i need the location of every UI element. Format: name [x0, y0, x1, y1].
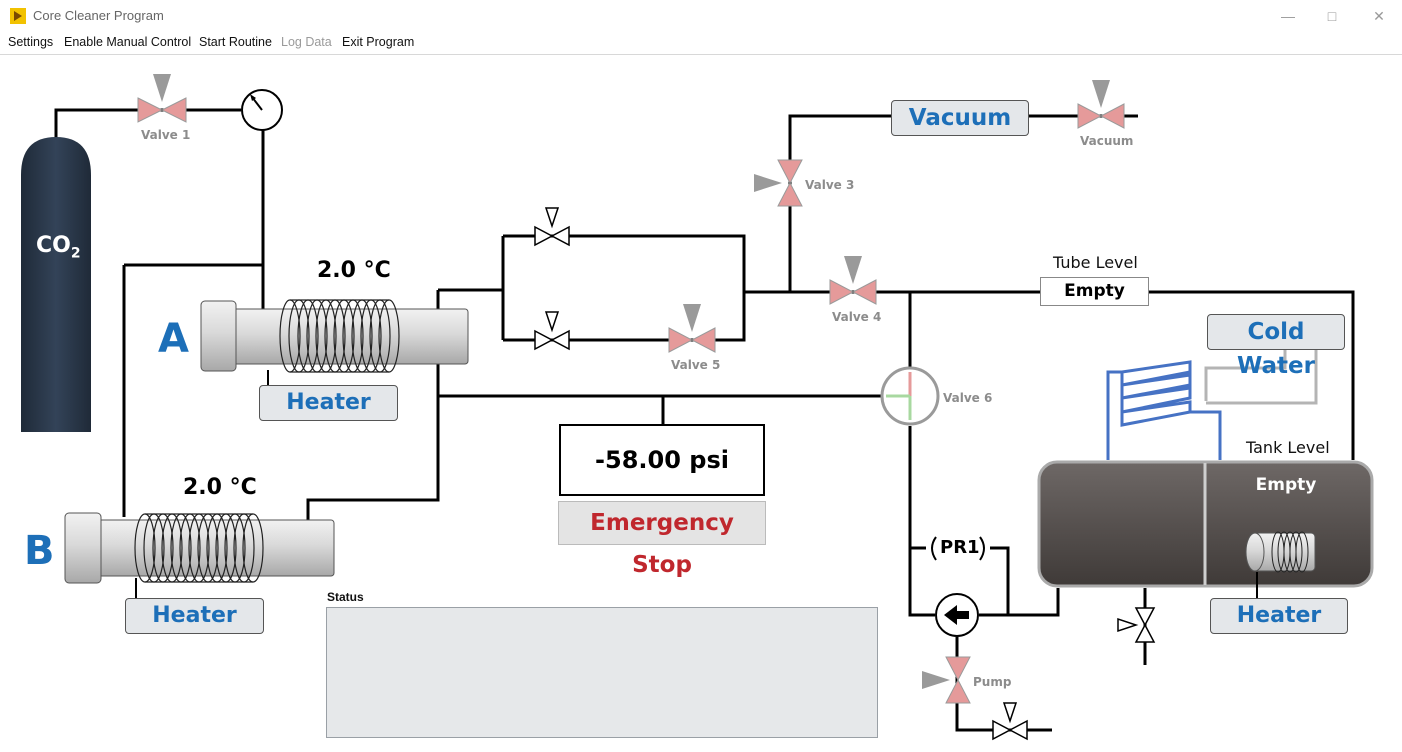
pump-icon[interactable] [935, 593, 979, 637]
chamber-b-temperature: 2.0 °C [183, 475, 257, 500]
status-label: Status [327, 590, 364, 604]
chamber-a-label: A [158, 316, 189, 362]
valve-vacuum-label: Vacuum [1080, 134, 1134, 148]
tube-level-value: Empty [1040, 277, 1149, 306]
pressure-gauge-icon [241, 89, 283, 131]
tank-level-value: Empty [1255, 475, 1317, 495]
tank-level-label: Tank Level [1246, 438, 1330, 457]
valve-6-label: Valve 6 [943, 391, 993, 405]
pressure-readout: -58.00 psi [559, 424, 765, 496]
valve-6-icon[interactable] [880, 366, 940, 426]
valve-pump-icon[interactable] [922, 656, 971, 704]
chamber-a [200, 299, 469, 385]
valve-3-label: Valve 3 [805, 178, 855, 192]
co2-tank [21, 137, 91, 432]
valve-3-icon[interactable] [754, 159, 803, 207]
valve-5-icon[interactable] [668, 304, 716, 353]
valve-5-label: Valve 5 [671, 358, 721, 372]
valve-1-label: Valve 1 [141, 128, 191, 142]
valve-pump-label: Pump [973, 675, 1012, 689]
pr1-label: PR1 [940, 537, 980, 558]
co2-label: CO2 [36, 233, 81, 262]
chamber-b-heater-button[interactable]: Heater [125, 598, 264, 634]
vacuum-button[interactable]: Vacuum [891, 100, 1029, 136]
chamber-b [64, 512, 335, 598]
chamber-a-temperature: 2.0 °C [317, 258, 391, 283]
chamber-b-label: B [24, 528, 55, 574]
tank-heater-button[interactable]: Heater [1210, 598, 1348, 634]
valve-4-label: Valve 4 [832, 310, 882, 324]
valve-1-icon[interactable] [137, 74, 187, 123]
valve-vacuum-icon[interactable] [1077, 80, 1125, 129]
tube-level-label: Tube Level [1053, 253, 1138, 272]
emergency-stop-button[interactable]: Emergency Stop [558, 501, 766, 578]
status-textbox [326, 607, 878, 738]
cold-water-button[interactable]: Cold Water [1207, 314, 1345, 379]
valve-4-icon[interactable] [829, 256, 877, 305]
chamber-a-heater-button[interactable]: Heater [259, 385, 398, 421]
